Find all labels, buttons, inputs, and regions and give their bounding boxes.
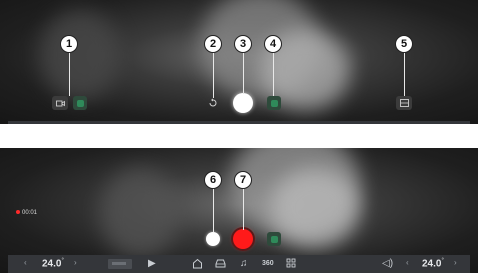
green-indicator-icon — [270, 99, 278, 107]
gallery-button[interactable] — [396, 96, 412, 110]
callout-leader — [213, 52, 214, 98]
home-icon[interactable] — [192, 258, 203, 269]
recording-timer: 00:01 — [16, 210, 37, 216]
background-blur — [270, 168, 360, 248]
taskbar: ‹ 24.0° › ▶ ♫ 360 ◁) ‹ 24.0° › — [8, 121, 470, 124]
degree-symbol: ° — [61, 258, 64, 264]
volume-icon[interactable]: ◁) — [382, 258, 393, 270]
callout-leader — [273, 52, 274, 96]
gallery-icon — [399, 99, 409, 107]
view-360-icon[interactable]: 360 — [262, 258, 274, 270]
callout-leader — [243, 52, 244, 94]
capture-photo-button[interactable] — [206, 232, 220, 246]
temp-right-increase-button[interactable]: › — [454, 258, 457, 267]
temperature-left-value: 24.0 — [42, 258, 62, 270]
camera-icon — [55, 100, 65, 106]
shutter-button[interactable] — [233, 93, 253, 113]
background-blur — [40, 10, 120, 100]
degree-symbol: ° — [441, 258, 444, 264]
camera-mode-button[interactable] — [52, 96, 68, 110]
camera-screen-video-mode: 00:01 6 7 ‹ 24.0° › ▶ ♫ 360 ◁) ‹ 24.0° › — [0, 148, 478, 273]
callout-2: 2 — [204, 35, 222, 53]
green-indicator-button[interactable] — [267, 96, 281, 110]
temperature-left[interactable]: 24.0° — [42, 258, 64, 269]
callout-leader — [404, 52, 405, 96]
temperature-right-value: 24.0 — [422, 258, 442, 270]
recording-dot-icon — [16, 210, 20, 215]
callout-5: 5 — [395, 35, 413, 53]
apps-icon[interactable] — [286, 258, 296, 268]
play-icon[interactable]: ▶ — [148, 258, 156, 270]
callout-4: 4 — [264, 35, 282, 53]
callout-leader — [69, 52, 70, 96]
green-indicator-icon — [76, 99, 84, 107]
green-indicator-button[interactable] — [267, 232, 281, 246]
temperature-right[interactable]: 24.0° — [422, 258, 444, 269]
temp-left-increase-button[interactable]: › — [74, 258, 77, 267]
record-stop-button[interactable] — [233, 229, 253, 249]
callout-1: 1 — [60, 35, 78, 53]
camera-screen-photo-mode: 1 2 3 4 5 ‹ 24.0° › ▶ — [0, 0, 478, 124]
green-indicator-button[interactable] — [73, 96, 87, 110]
rotate-icon — [209, 98, 217, 107]
green-indicator-icon — [270, 235, 278, 243]
callout-6: 6 — [204, 171, 222, 189]
callout-7: 7 — [234, 171, 252, 189]
media-thumbnail[interactable] — [108, 259, 132, 269]
background-blur — [100, 168, 180, 258]
callout-leader — [213, 188, 214, 232]
temp-right-decrease-button[interactable]: ‹ — [406, 258, 409, 267]
rotate-camera-button[interactable] — [206, 96, 220, 110]
music-icon[interactable]: ♫ — [240, 258, 248, 270]
callout-3: 3 — [234, 35, 252, 53]
taskbar: ‹ 24.0° › ▶ ♫ 360 ◁) ‹ 24.0° › — [8, 255, 470, 273]
callout-leader — [243, 188, 244, 230]
car-icon[interactable] — [214, 258, 227, 269]
recording-timer-value: 00:01 — [22, 210, 38, 216]
temp-left-decrease-button[interactable]: ‹ — [24, 258, 27, 267]
